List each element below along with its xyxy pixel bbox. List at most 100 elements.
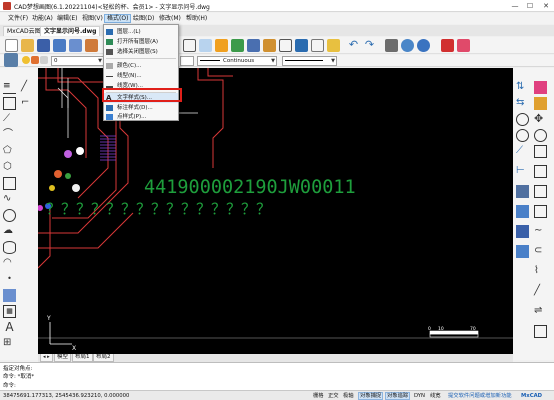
select-icon[interactable] (311, 39, 324, 52)
print-preview-icon[interactable] (69, 39, 82, 52)
lengthen-icon[interactable]: ⊂ (534, 245, 547, 258)
new-file-icon[interactable] (5, 39, 18, 52)
menu-draw[interactable]: 绘图(D) (131, 14, 156, 23)
image-export-icon[interactable] (457, 39, 470, 52)
toggle-grid[interactable]: 栅格 (312, 392, 325, 400)
globe-icon[interactable] (401, 39, 414, 52)
menu-item-select-close-layers[interactable]: 选择关闭图层(S) (104, 47, 178, 57)
stretch-icon[interactable]: ⇆ (516, 97, 529, 110)
join-icon[interactable]: ╱ (534, 285, 547, 298)
canvas-question-text[interactable]: ？？？？？？？？？？？？？？？ (46, 200, 271, 218)
polygon-icon[interactable]: ⬠ (3, 145, 16, 158)
array-icon[interactable] (516, 185, 529, 198)
menu-item-color[interactable]: 颜色(C)... (104, 61, 178, 71)
point-icon[interactable]: • (3, 273, 16, 286)
region-icon[interactable]: ⬡ (3, 161, 16, 174)
revcloud-icon[interactable]: ☁ (3, 225, 16, 238)
pdf-icon[interactable] (441, 39, 454, 52)
dist-icon[interactable]: ⇅ (516, 81, 529, 94)
menu-item-layer[interactable]: 图层...(L) (104, 27, 178, 37)
maximize-button[interactable]: ☐ (523, 1, 537, 11)
explode-icon[interactable] (534, 185, 547, 198)
layers-icon[interactable] (4, 53, 18, 67)
menu-item-linetype[interactable]: 线型(N)... (104, 71, 178, 81)
ellipse-icon[interactable] (3, 241, 16, 254)
tab-layout1[interactable]: 布局1 (72, 354, 93, 362)
arc-icon[interactable]: ⌒ (3, 129, 16, 142)
offset-icon[interactable] (534, 165, 547, 178)
toggle-ortho[interactable]: 正交 (327, 392, 340, 400)
spline-icon[interactable]: ∿ (3, 193, 16, 206)
menu-format[interactable]: 格式(O) (104, 14, 132, 23)
orbit-icon[interactable] (534, 129, 547, 142)
area-icon[interactable] (199, 39, 212, 52)
undo-icon[interactable]: ↶ (347, 39, 360, 52)
close-button[interactable]: ✕ (539, 1, 553, 11)
insert-icon[interactable] (295, 39, 308, 52)
toggle-otrack[interactable]: 对象追踪 (385, 392, 411, 400)
mtext-icon[interactable]: A (3, 321, 16, 334)
move-icon[interactable]: ✥ (534, 113, 547, 126)
menu-file[interactable]: 文件(F) (6, 14, 30, 23)
tab-layout2[interactable]: 布局2 (93, 354, 114, 362)
line-icon[interactable]: ╱ (21, 81, 34, 94)
command-prompt[interactable]: 命令: (3, 381, 16, 389)
scale-icon[interactable] (534, 145, 547, 158)
web-icon[interactable] (417, 39, 430, 52)
toggle-osnap[interactable]: 对象捕捉 (358, 392, 384, 400)
mirror-icon[interactable] (516, 205, 529, 218)
feedback-link[interactable]: 提交软件问题或增加新功能 (447, 392, 513, 400)
construction-line-icon[interactable]: ⟋ (3, 113, 16, 126)
menu-modify[interactable]: 修改(M) (157, 14, 183, 23)
minimize-button[interactable]: — (508, 1, 522, 11)
plot-icon[interactable] (85, 39, 98, 52)
redo-icon[interactable]: ↷ (363, 39, 376, 52)
toggle-polar[interactable]: 极轴 (342, 392, 355, 400)
toggle-lineweight[interactable]: 线宽 (429, 392, 442, 400)
command-window[interactable]: 指定对角点: 命令: *取消* 命令: (0, 362, 554, 390)
ellipse-arc-icon[interactable]: ◠ (3, 257, 16, 270)
menu-view[interactable]: 视图(V) (80, 14, 105, 23)
menu-item-open-all-layers[interactable]: 打开所有图层(A) (104, 37, 178, 47)
menu-edit[interactable]: 编辑(E) (55, 14, 79, 23)
circle-snap-icon[interactable] (516, 129, 529, 142)
menu-help[interactable]: 帮助(H) (184, 14, 209, 23)
image-icon[interactable] (327, 39, 340, 52)
fillet-icon[interactable] (534, 205, 547, 218)
copy-icon[interactable] (534, 97, 547, 110)
color-select[interactable] (180, 56, 194, 66)
save-icon[interactable] (37, 39, 50, 52)
rectangle-icon[interactable] (3, 97, 16, 110)
erase-icon[interactable] (534, 81, 547, 94)
text-lines-icon[interactable]: ≡ (3, 81, 16, 94)
tab-cloud-home[interactable]: MxCAD云图 (3, 26, 45, 36)
circle-icon[interactable] (3, 209, 16, 222)
block-insert-icon[interactable]: ⊞ (3, 337, 16, 350)
tab-model[interactable]: 模型 (54, 354, 72, 362)
block-icon[interactable] (263, 39, 276, 52)
tab-nav-arrows[interactable]: ◂ ▸ (40, 354, 53, 362)
rectangle-tool-icon[interactable] (3, 177, 16, 190)
layer-select[interactable]: 0 ▼ (51, 56, 104, 66)
hatch-icon[interactable] (3, 289, 16, 302)
extend-icon[interactable]: ⊢ (516, 165, 529, 178)
align-icon[interactable]: ⇌ (534, 305, 547, 318)
toggle-dyn[interactable]: DYN (413, 392, 426, 400)
table-tool-icon[interactable]: ▦ (3, 305, 16, 318)
pencil-icon[interactable] (215, 39, 228, 52)
canvas-main-text[interactable]: 441900002190JW00011 (144, 177, 356, 198)
properties-icon[interactable] (534, 325, 547, 338)
break-icon[interactable]: ⌇ (534, 265, 547, 278)
menu-function[interactable]: 功能(A) (30, 14, 55, 23)
linetype-select[interactable]: Continuous ▼ (197, 56, 277, 66)
table-icon[interactable] (247, 39, 260, 52)
text-icon[interactable] (183, 39, 196, 52)
polyline-icon[interactable]: ⌐ (21, 97, 34, 110)
measure-icon[interactable] (279, 39, 292, 52)
chamfer-icon[interactable]: ∼ (534, 225, 547, 238)
open-folder-icon[interactable] (21, 39, 34, 52)
menu-item-point-style[interactable]: 点样式(P)... (104, 112, 178, 122)
save-as-icon[interactable] (53, 39, 66, 52)
group-icon[interactable] (516, 225, 529, 238)
rotate-icon[interactable] (516, 113, 529, 126)
